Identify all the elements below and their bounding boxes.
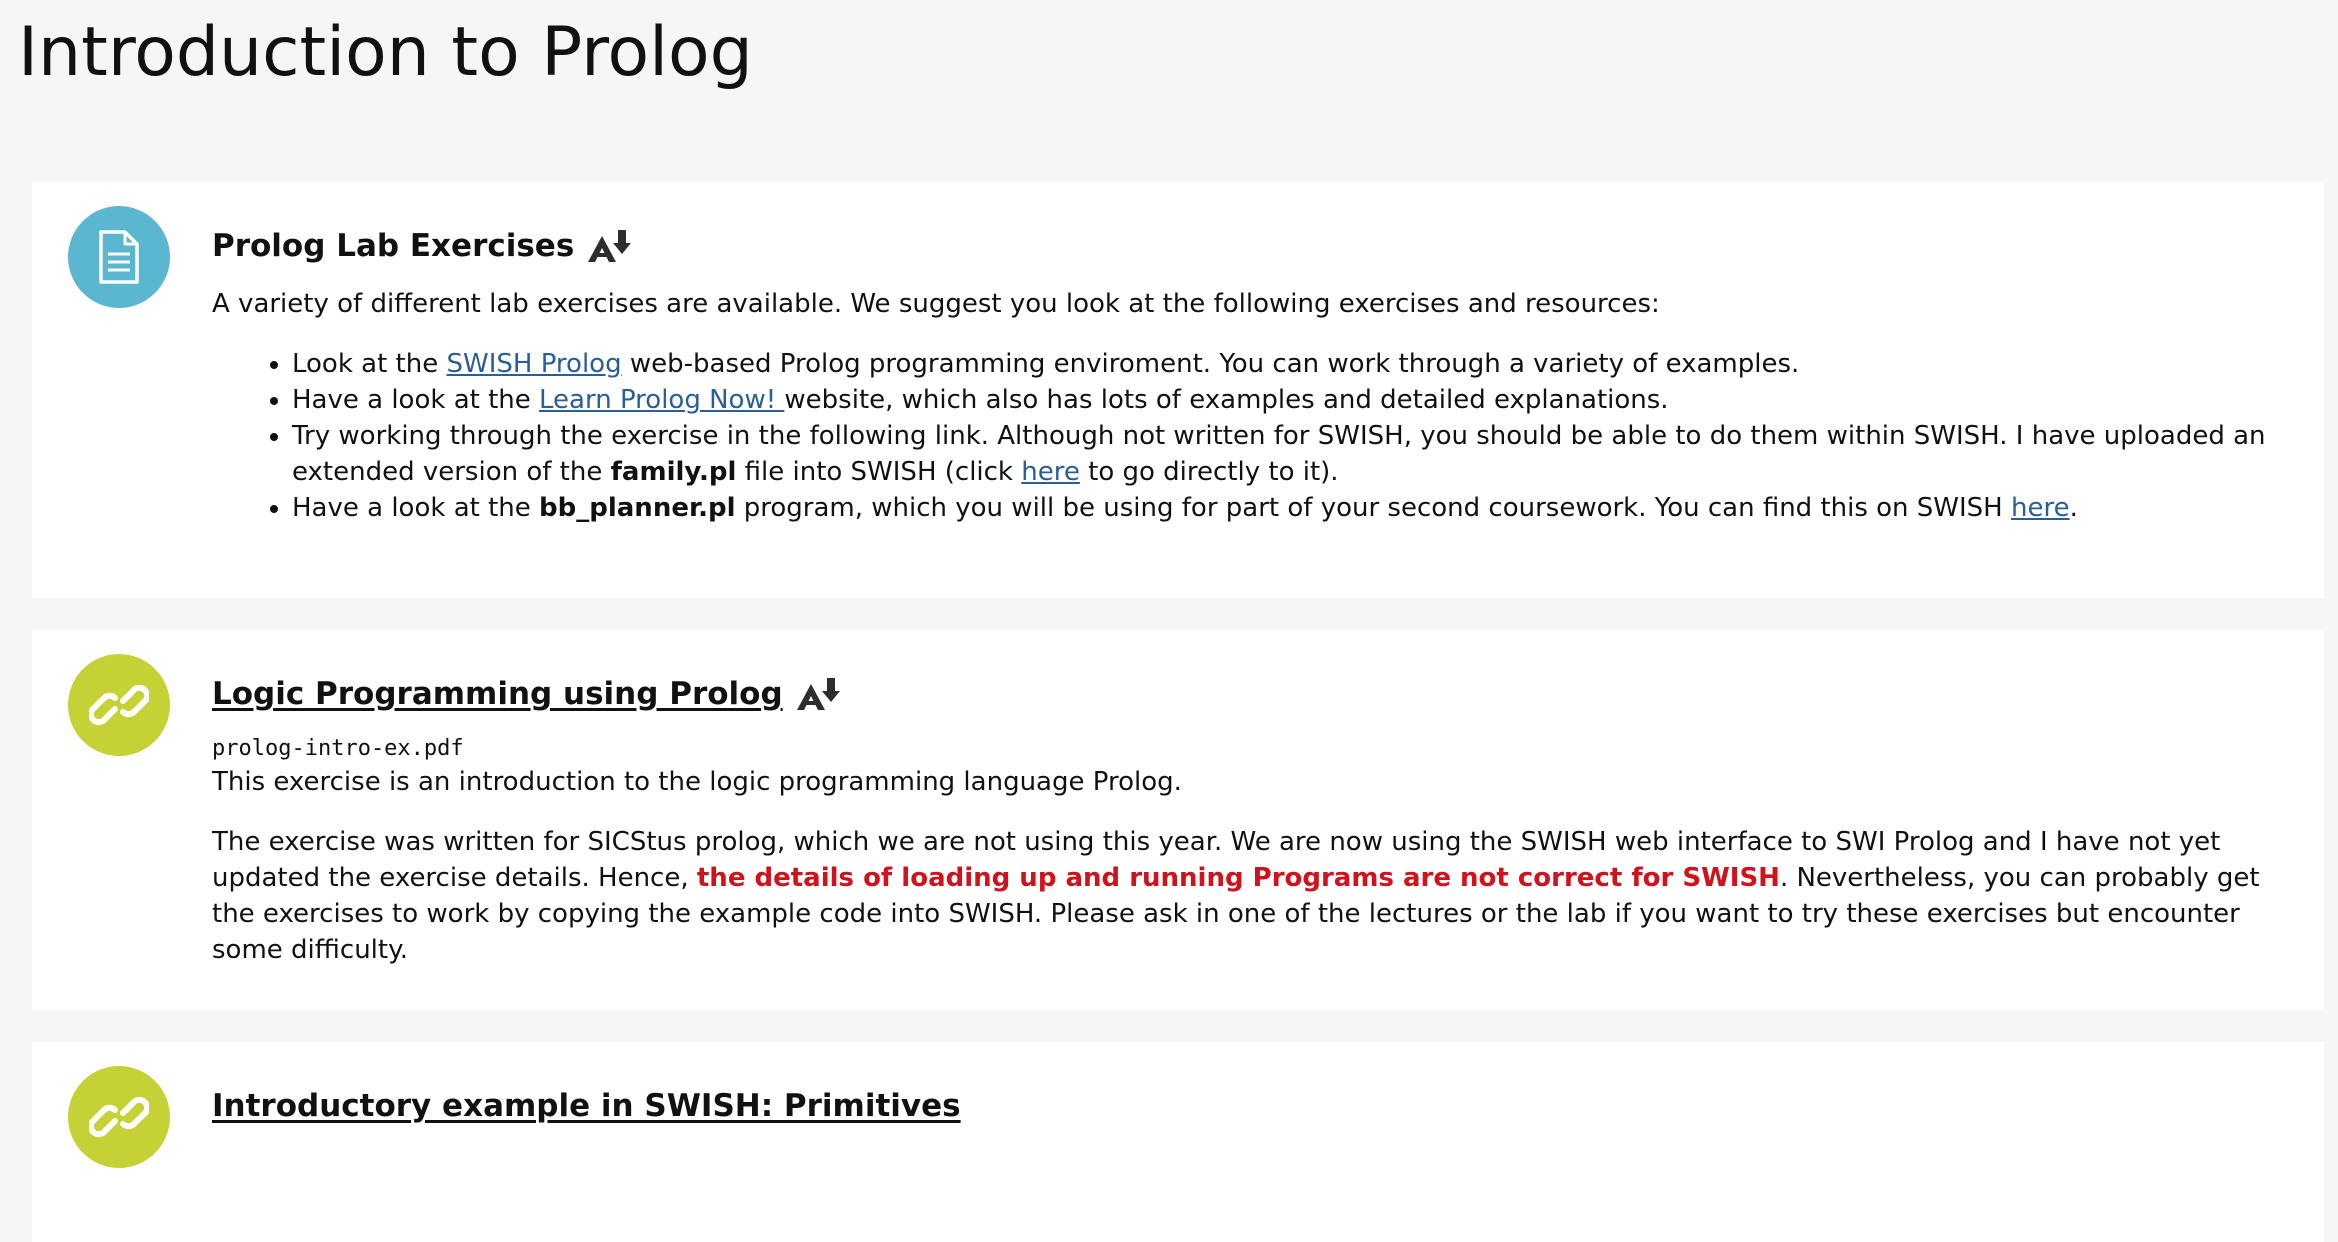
activity-title-text: Prolog Lab Exercises (212, 228, 575, 264)
family-pl-filename: family.pl (610, 457, 737, 487)
activity-title: Introductory example in SWISH: Primitive… (212, 1082, 2284, 1130)
learn-prolog-now-link[interactable]: Learn Prolog Now! (539, 385, 784, 415)
document-icon (68, 206, 170, 308)
link-icon (68, 654, 170, 756)
list-item: Have a look at the Learn Prolog Now! web… (292, 382, 2284, 418)
activity-title: Logic Programming using Prolog (212, 670, 2284, 718)
logic-programming-link[interactable]: Logic Programming using Prolog (212, 676, 783, 712)
list-item-text: . (2069, 493, 2078, 523)
list-item: Try working through the exercise in the … (292, 418, 2284, 490)
text-download-icon[interactable] (586, 228, 638, 264)
activity-card-lab-exercises: Prolog Lab Exercises A variety of differ… (32, 182, 2324, 598)
list-item-text: file into SWISH (click (736, 457, 1022, 487)
text-download-icon[interactable] (795, 676, 847, 712)
activity-card-swish-primitives: Introductory example in SWISH: Primitive… (32, 1042, 2324, 1242)
warning-text: the details of loading up and running Pr… (696, 863, 1780, 893)
file-name: prolog-intro-ex.pdf (212, 736, 464, 761)
list-item-text: program, which you will be using for par… (735, 493, 2011, 523)
activity-title: Prolog Lab Exercises (212, 222, 2284, 270)
list-item-text: to go directly to it). (1079, 457, 1339, 487)
list-item: Look at the SWISH Prolog web-based Prolo… (292, 346, 2284, 382)
resource-list: Look at the SWISH Prolog web-based Prolo… (212, 346, 2284, 526)
page-title: Introduction to Prolog (18, 13, 753, 92)
list-item-text: Look at the (292, 349, 447, 379)
family-pl-here-link[interactable]: here (1021, 457, 1080, 487)
bb-planner-filename: bb_planner.pl (539, 493, 736, 523)
activity-intro: A variety of different lab exercises are… (212, 289, 1660, 319)
swish-prolog-link[interactable]: SWISH Prolog (447, 349, 622, 379)
list-item-text: website, which also has lots of examples… (784, 385, 1669, 415)
list-item-text: Have a look at the (292, 385, 540, 415)
activity-card-logic-programming: Logic Programming using Prolog prolog-in… (32, 630, 2324, 1010)
list-item: Have a look at the bb_planner.pl program… (292, 490, 2284, 526)
list-item-text: Have a look at the (292, 493, 540, 523)
activity-description: This exercise is an introduction to the … (212, 767, 1182, 797)
swish-primitives-link[interactable]: Introductory example in SWISH: Primitive… (212, 1088, 961, 1124)
bb-planner-here-link[interactable]: here (2011, 493, 2070, 523)
list-item-text: web-based Prolog programming enviroment.… (621, 349, 1800, 379)
activity-note: The exercise was written for SICStus pro… (212, 824, 2284, 968)
link-icon (68, 1066, 170, 1168)
